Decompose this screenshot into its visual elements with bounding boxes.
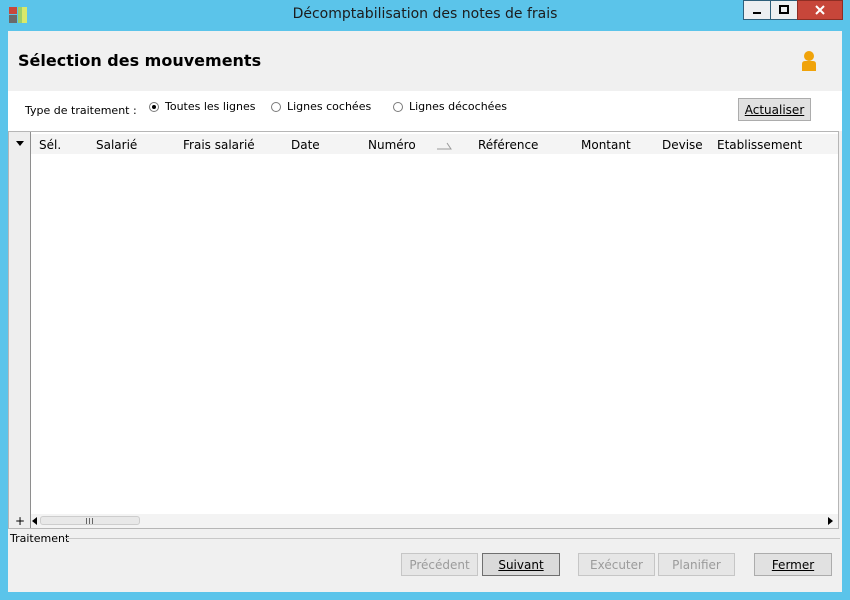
close-label: Fermer bbox=[771, 557, 815, 572]
execute-label: Exécuter bbox=[590, 557, 643, 572]
refresh-label: Actualiser bbox=[744, 102, 805, 117]
sort-ascending-icon bbox=[437, 142, 452, 150]
column-header-reference[interactable]: Référence bbox=[478, 138, 538, 152]
column-header-employee-expenses[interactable]: Frais salarié bbox=[183, 138, 255, 152]
column-header-establishment[interactable]: Etablissement bbox=[717, 138, 802, 152]
user-icon bbox=[802, 51, 816, 71]
column-header-selection[interactable]: Sél. bbox=[39, 138, 61, 152]
scroll-right-icon[interactable] bbox=[828, 517, 833, 525]
column-header-date[interactable]: Date bbox=[291, 138, 320, 152]
application-window: Décomptabilisation des notes de frais Sé… bbox=[0, 0, 850, 600]
radio-unchecked-lines[interactable]: Lignes décochées bbox=[393, 100, 507, 113]
refresh-button[interactable]: Actualiser bbox=[738, 98, 811, 121]
previous-button[interactable]: Précédent bbox=[401, 553, 478, 576]
column-header-employee[interactable]: Salarié bbox=[96, 138, 137, 152]
radio-all-lines[interactable]: Toutes les lignes bbox=[149, 100, 255, 113]
column-menu-icon[interactable] bbox=[16, 141, 24, 146]
horizontal-scrollbar[interactable] bbox=[31, 514, 838, 528]
radio-label: Lignes décochées bbox=[409, 100, 507, 113]
schedule-button[interactable]: Planifier bbox=[658, 553, 735, 576]
maximize-icon bbox=[779, 5, 789, 14]
grip-icon bbox=[86, 518, 93, 524]
column-header-currency[interactable]: Devise bbox=[662, 138, 703, 152]
close-icon bbox=[815, 5, 825, 15]
schedule-label: Planifier bbox=[672, 557, 721, 572]
radio-label: Toutes les lignes bbox=[165, 100, 256, 113]
radio-indicator bbox=[393, 101, 403, 112]
radio-indicator bbox=[149, 101, 159, 112]
page-header: Sélection des mouvements bbox=[8, 31, 842, 91]
close-button[interactable]: Fermer bbox=[754, 553, 832, 576]
page-title: Sélection des mouvements bbox=[18, 51, 262, 70]
grid-header: Sél. Salarié Frais salarié Date Numéro R… bbox=[31, 134, 838, 154]
radio-checked-lines[interactable]: Lignes cochées bbox=[271, 100, 371, 113]
window-title: Décomptabilisation des notes de frais bbox=[292, 6, 558, 22]
minimize-icon bbox=[753, 12, 761, 14]
filter-toolbar: Type de traitement : Toutes les lignes L… bbox=[8, 91, 842, 131]
add-row-button[interactable]: + bbox=[15, 514, 25, 528]
movements-grid[interactable]: Sél. Salarié Frais salarié Date Numéro R… bbox=[8, 131, 839, 529]
column-header-number[interactable]: Numéro bbox=[368, 138, 416, 152]
maximize-button[interactable] bbox=[770, 0, 797, 20]
radio-label: Lignes cochées bbox=[287, 100, 372, 113]
scrollbar-thumb[interactable] bbox=[40, 516, 140, 525]
minimize-button[interactable] bbox=[743, 0, 770, 20]
execute-button[interactable]: Exécuter bbox=[578, 553, 655, 576]
title-bar[interactable]: Décomptabilisation des notes de frais bbox=[0, 0, 850, 30]
treatment-type-label: Type de traitement : bbox=[25, 104, 137, 117]
column-header-amount[interactable]: Montant bbox=[581, 138, 631, 152]
previous-label: Précédent bbox=[409, 557, 470, 572]
next-button[interactable]: Suivant bbox=[482, 553, 560, 576]
scroll-left-icon[interactable] bbox=[32, 517, 37, 525]
radio-indicator bbox=[271, 101, 281, 112]
client-area: Sélection des mouvements Type de traitem… bbox=[8, 31, 842, 592]
close-window-button[interactable] bbox=[797, 0, 843, 20]
section-divider bbox=[64, 538, 840, 539]
row-selector-column bbox=[9, 132, 31, 528]
next-label: Suivant bbox=[498, 557, 544, 572]
treatment-section-label: Traitement bbox=[10, 532, 70, 545]
